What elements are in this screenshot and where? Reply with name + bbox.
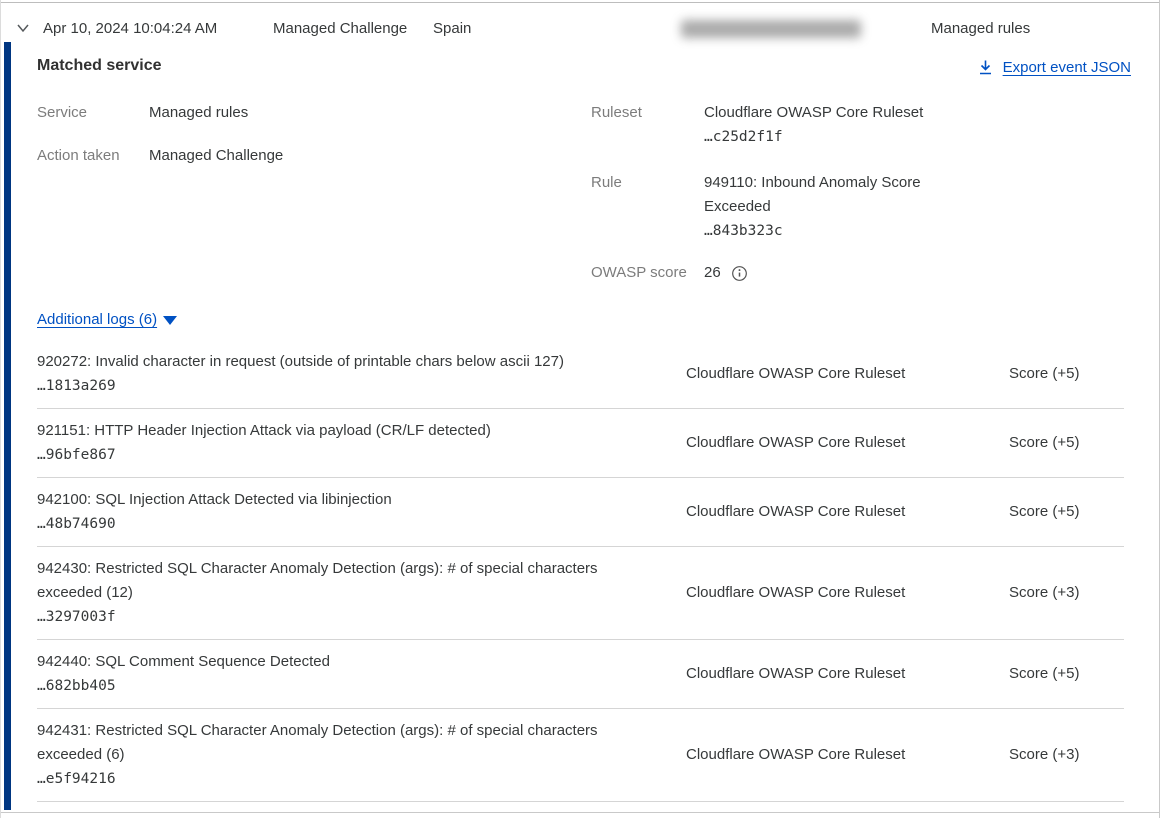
log-ruleset: Cloudflare OWASP Core Ruleset: [686, 581, 1009, 605]
log-ruleset: Cloudflare OWASP Core Ruleset: [686, 662, 1009, 686]
export-event-json-button[interactable]: Export event JSON: [977, 59, 1131, 76]
ruleset-id: …c25d2f1f: [704, 125, 923, 149]
ruleset-label: Ruleset: [591, 101, 704, 149]
event-timestamp: Apr 10, 2024 10:04:24 AM: [43, 20, 217, 37]
log-score: Score (+5): [1009, 362, 1124, 386]
log-ruleset: Cloudflare OWASP Core Ruleset: [686, 500, 1009, 524]
log-score: Score (+5): [1009, 431, 1124, 455]
log-description: 942100: SQL Injection Attack Detected vi…: [37, 488, 619, 512]
log-rule-id: …96bfe867: [37, 443, 686, 467]
log-rule-id: …e5f94216: [37, 767, 686, 791]
service-field: Service Managed rules: [37, 101, 283, 125]
log-rule-id: …48b74690: [37, 512, 686, 536]
chevron-down-icon[interactable]: [14, 22, 32, 36]
log-score: Score (+5): [1009, 500, 1124, 524]
action-taken-field: Action taken Managed Challenge: [37, 144, 283, 168]
event-country: Spain: [433, 20, 471, 37]
download-icon: [977, 59, 994, 76]
additional-logs-label[interactable]: Additional logs (6): [37, 311, 157, 328]
log-score: Score (+5): [1009, 662, 1124, 686]
expanded-row-accent-bar: [4, 42, 11, 810]
log-description: 942431: Restricted SQL Character Anomaly…: [37, 719, 619, 767]
log-row: 921151: HTTP Header Injection Attack via…: [37, 409, 1124, 478]
log-row: 942431: Restricted SQL Character Anomaly…: [37, 709, 1124, 802]
redacted-value: [681, 20, 861, 38]
owasp-score-label: OWASP score: [591, 261, 704, 285]
log-description: 921151: HTTP Header Injection Attack via…: [37, 419, 619, 443]
export-event-json-label[interactable]: Export event JSON: [1003, 59, 1131, 76]
info-icon[interactable]: [731, 265, 748, 282]
matched-service-fields: Service Managed rules Action taken Manag…: [37, 101, 283, 187]
service-value: Managed rules: [149, 101, 248, 125]
log-rule-id: …1813a269: [37, 374, 686, 398]
log-ruleset: Cloudflare OWASP Core Ruleset: [686, 362, 1009, 386]
log-row: 942100: SQL Injection Attack Detected vi…: [37, 478, 1124, 547]
log-ruleset: Cloudflare OWASP Core Ruleset: [686, 743, 1009, 767]
ruleset-fields: Ruleset Cloudflare OWASP Core Ruleset …c…: [591, 101, 942, 285]
log-row: 942430: Restricted SQL Character Anomaly…: [37, 547, 1124, 640]
log-score: Score (+3): [1009, 581, 1124, 605]
log-description: 942440: SQL Comment Sequence Detected: [37, 650, 619, 674]
page-title: Matched service: [37, 57, 162, 75]
ruleset-field: Ruleset Cloudflare OWASP Core Ruleset …c…: [591, 101, 942, 149]
log-ruleset: Cloudflare OWASP Core Ruleset: [686, 431, 1009, 455]
firewall-event-detail-panel: Apr 10, 2024 10:04:24 AM Managed Challen…: [0, 0, 1160, 818]
additional-logs-toggle[interactable]: Additional logs (6): [37, 311, 177, 328]
ruleset-value: Cloudflare OWASP Core Ruleset: [704, 101, 923, 125]
log-rule-id: …682bb405: [37, 674, 686, 698]
rule-id: …843b323c: [704, 219, 942, 243]
additional-logs-table: 920272: Invalid character in request (ou…: [37, 340, 1124, 802]
rule-value: 949110: Inbound Anomaly Score Exceeded: [704, 171, 942, 219]
event-service: Managed rules: [931, 20, 1030, 37]
event-summary-row[interactable]: Apr 10, 2024 10:04:24 AM Managed Challen…: [1, 3, 1159, 45]
log-description: 920272: Invalid character in request (ou…: [37, 350, 619, 374]
next-row-divider: [1, 812, 1159, 813]
log-row: 942440: SQL Comment Sequence Detected …6…: [37, 640, 1124, 709]
event-action: Managed Challenge: [273, 20, 407, 37]
owasp-score-field: OWASP score 26: [591, 261, 942, 285]
log-row: 920272: Invalid character in request (ou…: [37, 340, 1124, 409]
log-score: Score (+3): [1009, 743, 1124, 767]
rule-label: Rule: [591, 171, 704, 243]
service-label: Service: [37, 101, 149, 125]
owasp-score-value: 26: [704, 261, 721, 285]
log-rule-id: …3297003f: [37, 605, 686, 629]
action-taken-value: Managed Challenge: [149, 144, 283, 168]
rule-field: Rule 949110: Inbound Anomaly Score Excee…: [591, 171, 942, 243]
action-taken-label: Action taken: [37, 144, 149, 168]
log-description: 942430: Restricted SQL Character Anomaly…: [37, 557, 619, 605]
triangle-down-icon: [163, 316, 177, 325]
